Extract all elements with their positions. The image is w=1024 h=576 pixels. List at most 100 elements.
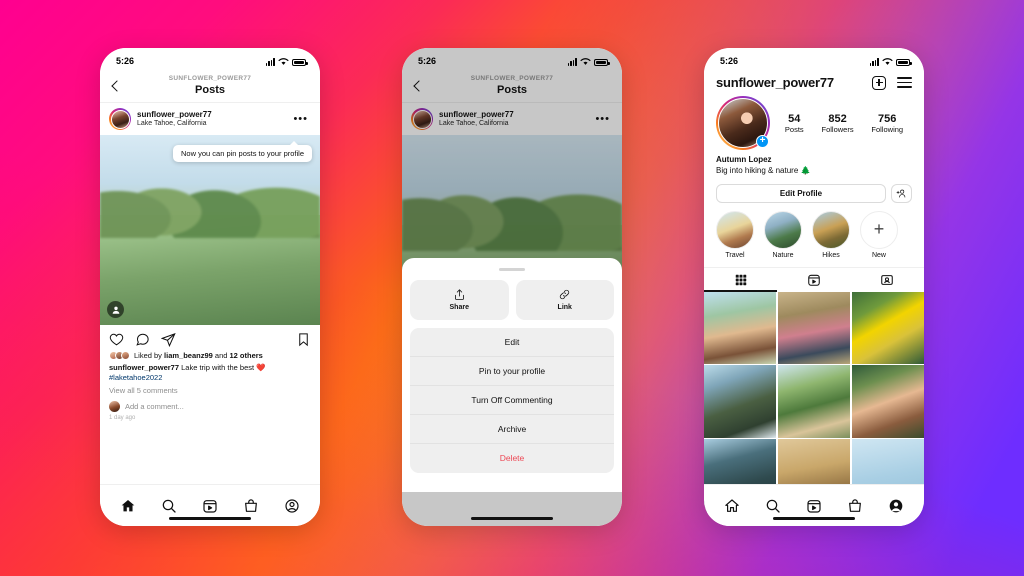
stat-followers-label: Followers [821,124,854,134]
stat-following-label: Following [871,124,904,134]
add-person-button[interactable] [891,183,912,203]
share-icon[interactable] [161,332,176,347]
stat-following-value: 756 [878,112,897,125]
more-options-icon[interactable]: ••• [293,113,311,125]
hamburger-menu-icon[interactable] [897,77,912,88]
phone-post-detail: 5:26 SUNFLOWER_POWER77 Posts sunflower_p… [100,48,320,526]
bio-display-name: Autumn Lopez [716,155,772,164]
drag-handle[interactable] [499,268,525,271]
screen-profile: 5:26 sunflower_power77 + 54 Posts 852 Fo… [704,48,924,526]
highlight-new[interactable]: + New [860,210,898,259]
grid-cell[interactable] [777,291,851,364]
share-up-icon [454,289,464,300]
stat-followers[interactable]: 852 Followers [821,113,853,134]
bookmark-icon[interactable] [296,332,311,347]
grid-cell[interactable] [851,365,924,438]
add-comment-input[interactable]: Add a comment... [125,402,184,411]
home-icon[interactable] [724,498,740,514]
add-post-icon[interactable] [872,75,886,90]
reels-icon[interactable] [806,498,822,514]
view-all-comments[interactable]: View all 5 comments [100,383,320,395]
pin-tooltip[interactable]: Now you can pin posts to your profile [173,141,312,162]
liked-count[interactable]: 12 others [230,351,263,360]
profile-summary-row: + 54 Posts 852 Followers 756 Following [704,92,924,150]
status-icons [265,57,308,66]
menu-item-pin-to-profile[interactable]: Pin to your profile [410,357,614,386]
status-time: 5:26 [116,56,135,66]
like-icon[interactable] [109,332,124,347]
highlight-travel-label: Travel [725,251,745,259]
profile-icon[interactable] [284,498,300,514]
tab-grid[interactable] [704,268,778,292]
shop-icon[interactable] [847,498,863,514]
liked-username[interactable]: liam_beanz99 [164,351,213,360]
signal-icon [869,57,879,66]
home-indicator-2 [471,517,553,520]
grid-cell[interactable] [851,291,924,364]
navbar-subtitle: SUNFLOWER_POWER77 [168,75,252,83]
liked-prefix: Liked by [134,351,165,360]
author-username[interactable]: sunflower_power77 [137,110,287,120]
highlight-nature[interactable]: Nature [764,210,802,259]
stat-following[interactable]: 756 Following [871,113,903,134]
home-indicator [169,517,251,520]
tagged-icon [881,274,894,285]
add-comment-row[interactable]: Add a comment... [100,395,320,413]
profile-avatar-wrap[interactable]: + [716,96,770,150]
stat-posts-label: Posts [784,124,804,134]
search-icon[interactable] [161,498,177,514]
link-button[interactable]: Link [515,279,614,320]
screen-post-detail: 5:26 SUNFLOWER_POWER77 Posts sunflower_p… [100,48,320,526]
caption-username[interactable]: sunflower_power77 [109,363,179,372]
story-highlights: Travel Nature Hikes + New [704,203,924,259]
avatar[interactable] [109,108,131,130]
menu-item-edit[interactable]: Edit [410,328,614,357]
post-image[interactable]: Now you can pin posts to your profile [100,135,320,325]
comment-icon[interactable] [135,332,150,347]
stat-posts-value: 54 [788,112,801,125]
tab-reels[interactable] [777,268,850,292]
signal-icon [265,57,275,66]
menu-item-turn-off-commenting[interactable]: Turn Off Commenting [410,386,614,415]
link-label: Link [557,304,572,311]
highlight-hikes[interactable]: Hikes [812,210,850,259]
grid-cell[interactable] [777,365,851,438]
status-bar-3: 5:26 [704,48,924,70]
battery-icon [896,58,912,66]
share-button[interactable]: Share [410,279,509,320]
status-icons-3 [869,57,912,66]
add-person-icon [896,189,906,198]
profile-username[interactable]: sunflower_power77 [716,75,834,90]
status-bar: 5:26 [100,48,320,70]
grid-icon [735,274,746,285]
menu-item-delete[interactable]: Delete [410,444,614,473]
grid-cell[interactable] [704,291,777,364]
post-navbar: SUNFLOWER_POWER77 Posts [100,70,320,102]
edit-profile-button[interactable]: Edit Profile [716,183,886,203]
avatar-add-badge[interactable]: + [756,135,769,148]
menu-item-archive[interactable]: Archive [410,415,614,444]
search-icon[interactable] [765,498,781,514]
highlight-travel[interactable]: Travel [716,210,754,259]
person-tag-icon[interactable] [107,301,124,318]
profile-header: sunflower_power77 [704,70,924,92]
highlight-hikes-label: Hikes [822,251,840,259]
caption-hashtag[interactable]: #laketahoe2022 [109,373,311,383]
chevron-left-icon[interactable] [111,80,123,92]
sheet-menu-list: Edit Pin to your profile Turn Off Commen… [410,327,614,473]
likes-row: Liked by liam_beanz99 and 12 others [100,350,320,361]
link-icon [560,289,570,300]
author-location[interactable]: Lake Tahoe, California [137,120,287,128]
grid-cell[interactable] [704,365,777,438]
home-indicator-3 [773,517,855,520]
post-author-row[interactable]: sunflower_power77 Lake Tahoe, California… [100,102,320,135]
tab-tagged[interactable] [851,268,924,292]
home-icon[interactable] [120,498,136,514]
profile-icon-filled[interactable] [888,498,904,514]
post-timestamp: 1 day ago [109,415,136,422]
action-sheet: Share Link Edit Pin to your profile Turn… [402,258,622,492]
shop-icon[interactable] [243,498,259,514]
stat-posts[interactable]: 54 Posts [785,113,804,134]
reels-icon[interactable] [202,498,218,514]
highlight-nature-cover [764,210,802,249]
